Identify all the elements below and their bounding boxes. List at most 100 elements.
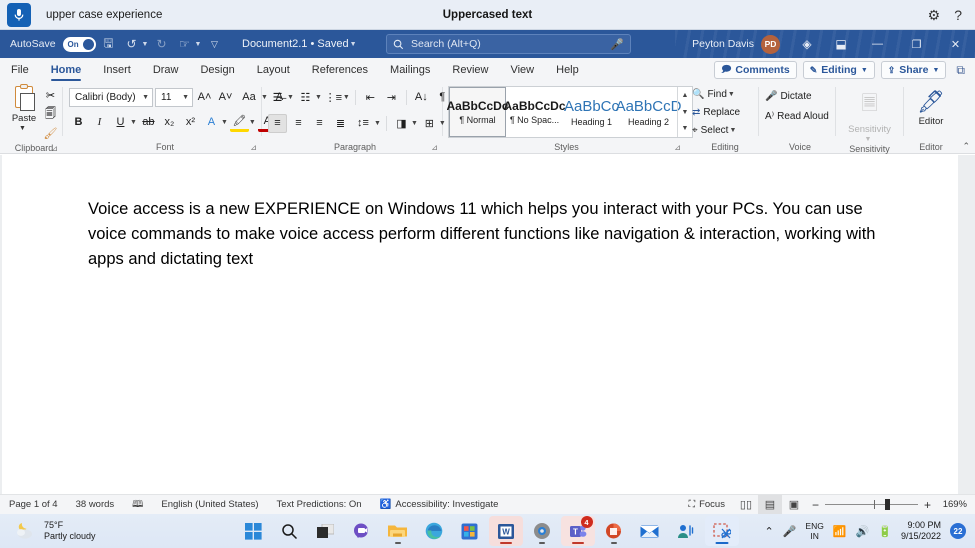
question-mark-icon[interactable]: ? — [954, 8, 962, 22]
chevron-down-icon[interactable]: ▼ — [411, 120, 418, 127]
dialog-launcher-icon[interactable]: ⊿ — [51, 144, 58, 153]
align-center-icon[interactable]: ≡ — [289, 114, 308, 133]
read-aloud-button[interactable]: A⁾ Read Aloud — [765, 108, 829, 124]
align-right-icon[interactable]: ≡ — [310, 114, 329, 133]
multilevel-list-icon[interactable]: ⋮≡ — [324, 88, 343, 107]
style-item-no-spacing[interactable]: AaBbCcDc ¶ No Spac... — [504, 87, 566, 137]
chevron-down-icon[interactable]: ▼ — [350, 41, 357, 48]
clock[interactable]: 9:00 PM 9/15/2022 — [901, 520, 941, 542]
chevron-down-icon[interactable]: ▼ — [287, 94, 294, 101]
microphone-icon[interactable]: 🎤 — [783, 525, 797, 538]
increase-font-size-icon[interactable]: A˄ — [195, 88, 214, 107]
dialog-launcher-icon[interactable]: ⊿ — [431, 143, 438, 152]
collapse-ribbon-icon[interactable]: ⌃ — [962, 141, 970, 152]
chevron-down-icon[interactable]: ▼ — [130, 119, 137, 126]
vertical-scrollbar[interactable] — [958, 155, 975, 494]
document-name[interactable]: Document2.1 • Saved ▼ — [242, 38, 357, 50]
find-button[interactable]: 🔍 Find ▼ — [692, 86, 735, 102]
print-layout-icon[interactable]: ▤ — [757, 494, 782, 515]
font-size-select[interactable]: 11 ▼ — [155, 87, 193, 107]
task-view-button[interactable] — [309, 516, 343, 546]
voice-access-mic-button[interactable] — [7, 2, 31, 27]
sensitivity-button[interactable]: 🗏 Sensitivity ▼ — [836, 86, 903, 143]
start-button[interactable] — [237, 516, 271, 546]
show-hidden-icons-icon[interactable]: ⌃ — [765, 525, 774, 538]
language-indicator[interactable]: English (United States) — [152, 499, 267, 510]
settings-button[interactable] — [525, 516, 559, 546]
undo-chevron-down-icon[interactable]: ▼ — [142, 41, 149, 48]
page-indicator[interactable]: Page 1 of 4 — [0, 499, 67, 510]
save-icon[interactable]: 🖫 — [99, 34, 119, 54]
gear-icon[interactable]: ⚙ — [928, 8, 941, 22]
battery-icon[interactable]: 🔋 — [878, 525, 892, 538]
superscript-icon[interactable]: x² — [181, 113, 200, 132]
text-effects-icon[interactable]: A — [202, 113, 221, 132]
document-canvas[interactable]: Voice access is a new EXPERIENCE on Wind… — [0, 155, 975, 494]
customize-qat-icon[interactable]: ▽ — [204, 34, 224, 54]
search-input[interactable]: Search (Alt+Q) 🎤 — [386, 34, 631, 54]
zoom-out-icon[interactable]: − — [812, 498, 819, 512]
ribbon-display-options-icon[interactable]: ⬓ — [824, 30, 858, 58]
touch-mode-icon[interactable]: ☞ — [174, 34, 194, 54]
tab-file[interactable]: File — [0, 58, 40, 82]
bullet-list-icon[interactable]: ☰ — [268, 88, 287, 107]
underline-button[interactable]: U — [111, 113, 130, 132]
scissors-icon[interactable]: ✂ — [42, 87, 59, 104]
chevron-down-icon[interactable]: ▼ — [19, 125, 26, 132]
autosave-toggle[interactable]: On — [62, 36, 96, 52]
chevron-down-icon[interactable]: ▼ — [728, 91, 735, 98]
numbered-list-icon[interactable]: ☷ — [296, 88, 315, 107]
present-live-icon[interactable]: ⧉ — [952, 63, 969, 78]
editing-mode-button[interactable]: ✎ Editing ▼ — [802, 61, 875, 79]
chat-button[interactable] — [345, 516, 379, 546]
tab-help[interactable]: Help — [545, 58, 590, 82]
word-button[interactable]: W — [488, 516, 523, 546]
chevron-down-icon[interactable]: ▼ — [315, 94, 322, 101]
strikethrough-icon[interactable]: ab — [139, 113, 158, 132]
text-predictions-status[interactable]: Text Predictions: On — [268, 499, 371, 510]
copilot-diamond-icon[interactable]: ◈ — [790, 30, 824, 58]
tab-insert[interactable]: Insert — [92, 58, 142, 82]
chevron-down-icon[interactable]: ▼ — [729, 127, 736, 134]
align-left-icon[interactable]: ≡ — [268, 113, 287, 133]
read-mode-icon[interactable]: ▯▯ — [734, 495, 758, 515]
style-item-normal[interactable]: AaBbCcDc ¶ Normal — [447, 87, 509, 137]
wifi-icon[interactable]: 📶 — [833, 525, 847, 538]
powerpoint-button[interactable] — [597, 516, 631, 546]
edge-button[interactable] — [417, 516, 451, 546]
font-family-select[interactable]: Calibri (Body) ▼ — [69, 87, 153, 107]
format-painter-icon[interactable]: 🖌 — [42, 125, 59, 142]
decrease-font-size-icon[interactable]: A˅ — [216, 88, 235, 107]
restore-icon[interactable]: ❐ — [897, 30, 936, 58]
volume-icon[interactable]: 🔊 — [856, 525, 870, 538]
microphone-icon[interactable]: 🎤 — [610, 38, 624, 51]
italic-button[interactable]: I — [90, 113, 109, 132]
dialog-launcher-icon[interactable]: ⊿ — [674, 143, 681, 152]
zoom-slider[interactable] — [824, 499, 918, 510]
tab-draw[interactable]: Draw — [142, 58, 190, 82]
subscript-icon[interactable]: x₂ — [160, 113, 179, 132]
teams-button[interactable]: T 4 — [560, 516, 595, 546]
chevron-down-icon[interactable]: ▼ — [374, 120, 381, 127]
increase-indent-icon[interactable]: ⇥ — [382, 88, 401, 107]
chevron-down-icon[interactable]: ▼ — [343, 94, 350, 101]
bold-button[interactable]: B — [69, 113, 88, 132]
style-item-heading-1[interactable]: AaBbCc Heading 1 — [563, 87, 620, 137]
search-button[interactable] — [273, 516, 307, 546]
justify-icon[interactable]: ≣ — [331, 114, 350, 133]
copy-icon[interactable]: 🗐 — [42, 106, 59, 123]
comments-button[interactable]: 🗩 Comments — [714, 61, 797, 79]
tab-view[interactable]: View — [499, 58, 545, 82]
tab-references[interactable]: References — [301, 58, 379, 82]
chevron-down-icon[interactable]: ▼ — [221, 119, 228, 126]
microsoft-store-button[interactable] — [453, 516, 487, 546]
web-layout-icon[interactable]: ▣ — [782, 495, 806, 515]
dialog-launcher-icon[interactable]: ⊿ — [250, 143, 257, 152]
select-button[interactable]: ⌖ Select ▼ — [692, 122, 736, 138]
avatar[interactable]: PD — [761, 34, 780, 54]
tab-layout[interactable]: Layout — [246, 58, 301, 82]
snipping-tool-button[interactable] — [704, 516, 739, 546]
zoom-in-icon[interactable]: + — [924, 498, 931, 512]
shading-icon[interactable]: ◨ — [392, 114, 411, 133]
paste-button[interactable]: Paste ▼ — [6, 84, 42, 132]
